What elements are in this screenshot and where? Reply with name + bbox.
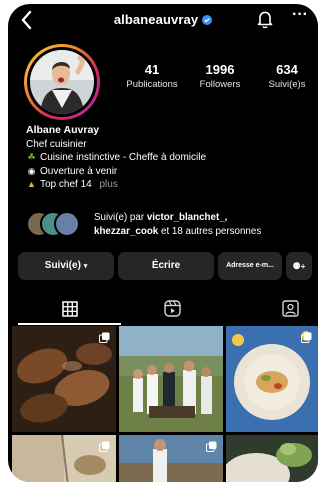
grid-icon <box>62 301 78 317</box>
bio-text: Ouverture à venir <box>40 165 118 177</box>
post-thumbnail[interactable] <box>119 435 223 482</box>
bio-section: Albane Auvray Chef cuisinier ☘ Cuisine in… <box>26 124 311 192</box>
phone-screen: albaneauvray ··· 41 Publications 1996 Fo… <box>8 4 318 482</box>
chevron-down-icon: ▾ <box>83 263 88 270</box>
post-thumbnail[interactable] <box>226 435 318 482</box>
tagged-icon <box>282 300 299 317</box>
trophy-icon: ▲ <box>27 179 36 189</box>
more-options-icon[interactable]: ··· <box>291 7 309 26</box>
bio-text: Top chef 14 <box>40 179 92 190</box>
header-username: albaneauvray <box>113 12 199 27</box>
bio-line: ▲ Top chef 14 plus <box>26 178 311 192</box>
story-ring[interactable] <box>24 44 100 120</box>
post-thumbnail[interactable] <box>226 326 318 432</box>
eyes-icon: ◉ <box>27 165 36 176</box>
top-bar: albaneauvray ··· <box>8 4 318 38</box>
post-image <box>119 326 223 432</box>
avatar-photo <box>30 50 94 114</box>
add-person-plus: + <box>300 262 306 271</box>
tab-tagged[interactable] <box>220 296 318 322</box>
post-image <box>226 435 318 482</box>
bio-line: ☘ Cuisine instinctive - Cheffe à domicile <box>26 151 311 165</box>
display-name: Albane Auvray <box>26 124 100 136</box>
more-link[interactable]: plus <box>100 179 118 190</box>
active-tab-indicator <box>18 323 121 325</box>
stat-following[interactable]: 634 Suivi(e)s <box>260 62 314 90</box>
follower-name[interactable]: khezzar_cook <box>94 226 158 237</box>
post-thumbnail[interactable] <box>119 326 223 432</box>
followed-by-prefix: Suivi(e) par <box>94 212 145 223</box>
seedling-icon: ☘ <box>27 152 36 162</box>
followed-by-row[interactable]: Suivi(e) par victor_blanchet_, khezzar_c… <box>26 207 316 241</box>
following-button[interactable]: Suivi(e) ▾ <box>18 252 114 280</box>
following-label: Suivi(e) <box>44 260 81 271</box>
tab-reels[interactable] <box>122 296 222 322</box>
message-label: Écrire <box>151 260 181 271</box>
bell-icon[interactable] <box>257 9 273 29</box>
carousel-icon <box>99 332 110 343</box>
followed-by-text: Suivi(e) par victor_blanchet_, khezzar_c… <box>94 211 261 239</box>
stat-label: Followers <box>199 79 241 90</box>
avatar <box>30 50 94 114</box>
carousel-icon <box>301 332 312 343</box>
bio-text: Cuisine instinctive - Cheffe à domicile <box>40 152 207 163</box>
post-thumbnail[interactable] <box>12 435 116 482</box>
content-tabs <box>8 294 318 324</box>
bio-line: ◉ Ouverture à venir <box>26 165 311 179</box>
tab-posts[interactable] <box>20 296 120 322</box>
stat-value: 634 <box>276 62 298 77</box>
followed-by-suffix: et 18 autres personnes <box>161 226 262 237</box>
follower-avatar <box>54 211 80 237</box>
follower-name[interactable]: victor_blanchet_, <box>147 212 228 223</box>
carousel-icon <box>99 441 110 452</box>
email-label: Adresse e-m... <box>226 262 274 269</box>
stat-publications[interactable]: 41 Publications <box>122 62 182 90</box>
stat-label: Publications <box>126 79 178 90</box>
reels-icon <box>164 300 181 317</box>
post-grid <box>8 326 318 482</box>
verified-badge-icon <box>202 15 213 25</box>
suggested-users-button[interactable]: ⚉+ <box>286 252 312 280</box>
email-button[interactable]: Adresse e-m... <box>218 252 282 280</box>
category-label: Chef cuisinier <box>26 138 87 150</box>
message-button[interactable]: Écrire <box>118 252 214 280</box>
carousel-icon <box>206 441 217 452</box>
avatar-border <box>27 47 97 117</box>
stat-label: Suivi(e)s <box>268 79 306 90</box>
stat-value: 1996 <box>205 62 235 77</box>
add-person-icon: ⚉+ <box>292 261 306 271</box>
stat-followers[interactable]: 1996 Followers <box>191 62 249 90</box>
post-thumbnail[interactable] <box>12 326 116 432</box>
stat-value: 41 <box>144 62 160 77</box>
